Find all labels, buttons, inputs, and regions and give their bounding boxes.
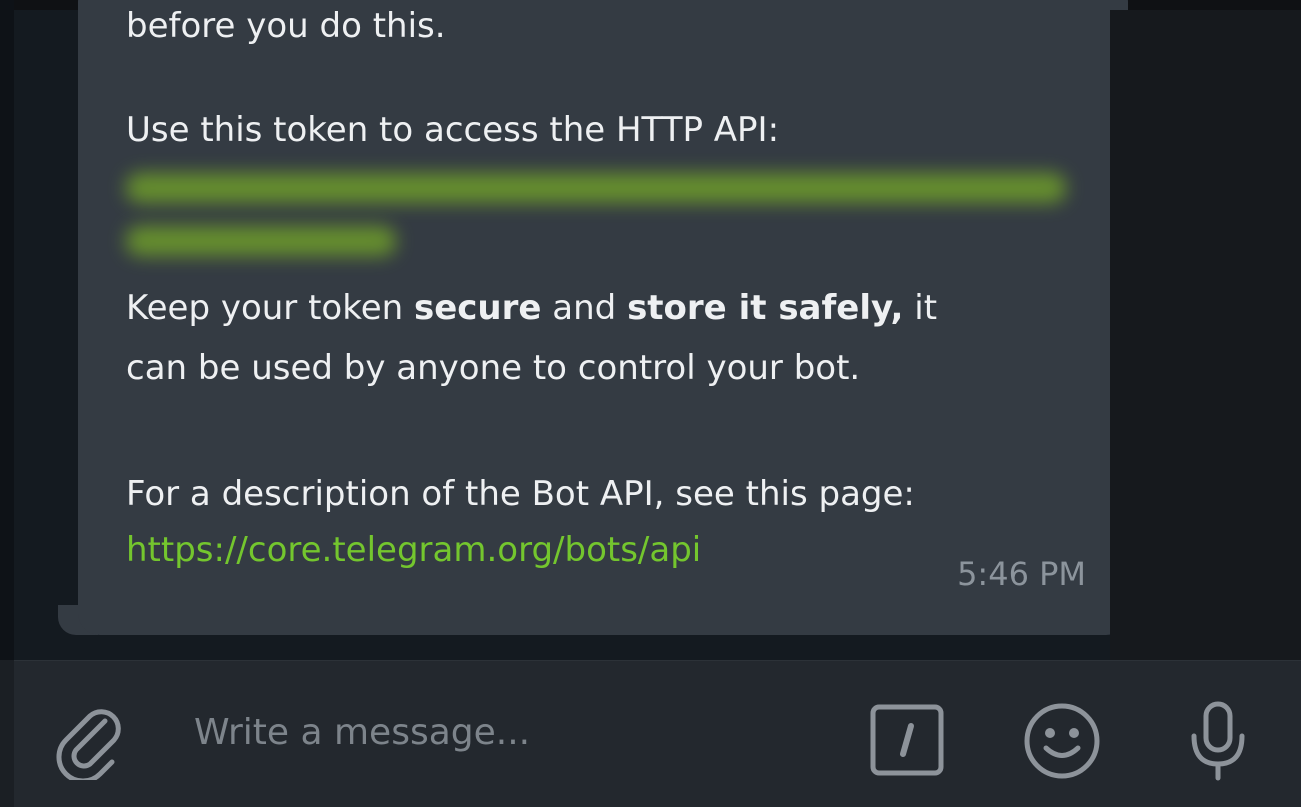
chat-history[interactable]: before you do this. Use this token to ac… — [14, 0, 1301, 660]
keep-prefix: Keep your token — [126, 288, 414, 328]
keep-mid: and — [541, 288, 628, 328]
message-token-intro: Use this token to access the HTTP API: — [126, 110, 780, 150]
keep-bold-store: store it safely, — [627, 288, 904, 328]
composer-left-edge — [0, 660, 14, 807]
microphone-icon[interactable] — [1186, 700, 1250, 784]
keep-suffix: it — [903, 288, 938, 328]
bot-api-link[interactable]: https://core.telegram.org/bots/api — [126, 526, 701, 574]
incoming-message-bubble[interactable]: before you do this. Use this token to ac… — [78, 0, 1128, 635]
smiley-icon[interactable] — [1022, 701, 1102, 781]
message-input[interactable]: Write a message... — [194, 712, 530, 753]
keep-bold-secure: secure — [413, 288, 542, 328]
message-description-line: For a description of the Bot API, see th… — [126, 474, 915, 514]
left-edge — [0, 0, 14, 660]
message-keep-line: Keep your token secure and store it safe… — [126, 284, 937, 332]
message-line-before: before you do this. — [126, 6, 446, 46]
slash-command-icon[interactable] — [870, 704, 944, 776]
message-time: 5:46 PM — [957, 555, 1086, 593]
paperclip-icon[interactable] — [52, 700, 128, 784]
blurred-token-line-1 — [126, 173, 1066, 203]
message-keep-line-2: can be used by anyone to control your bo… — [126, 348, 861, 388]
telegram-window: before you do this. Use this token to ac… — [0, 0, 1301, 807]
right-panel — [1110, 10, 1301, 660]
blurred-token-line-2 — [126, 226, 396, 256]
